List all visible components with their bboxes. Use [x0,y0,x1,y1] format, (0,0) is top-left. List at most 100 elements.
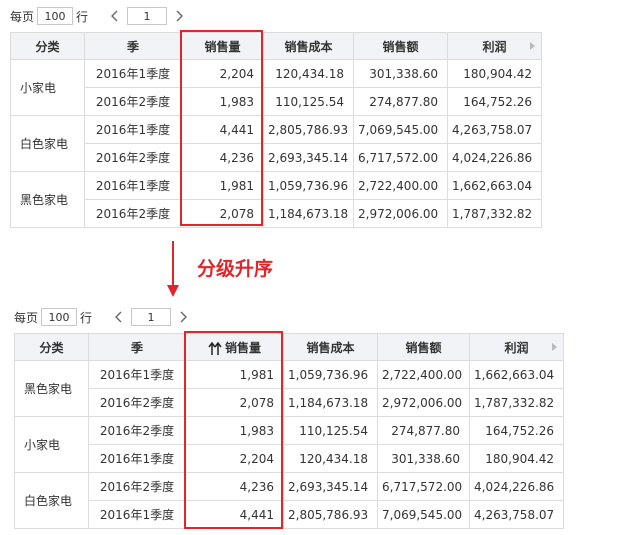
header-quantity[interactable]: 销售量 [181,32,264,60]
header-quantity-sorted[interactable]: 销售量 [185,333,284,361]
sales-cell: 301,338.60 [377,444,470,473]
group-cell: 黑色家电 [10,171,85,228]
quarter-cell: 2016年2季度 [84,87,182,116]
quantity-cell: 4,236 [181,143,264,172]
header-category[interactable]: 分类 [14,333,89,361]
prev-page-icon[interactable] [109,10,121,22]
table-row: 2016年1季度 4,441 2,805,786.93 7,069,545.00… [15,500,564,529]
quarter-cell: 2016年1季度 [88,500,186,529]
next-page-icon[interactable] [177,311,189,323]
quantity-cell: 1,981 [185,360,284,389]
quarter-cell: 2016年2季度 [88,388,186,417]
profit-cell: 164,752.26 [469,416,564,445]
column-scroll-arrow-icon[interactable] [552,343,557,351]
profit-cell: 1,787,332.82 [469,388,564,417]
column-scroll-arrow-icon[interactable] [530,42,535,50]
quarter-cell: 2016年1季度 [88,444,186,473]
cost-cell: 1,059,736.96 [263,171,354,200]
per-page-input[interactable]: 100 [41,308,78,326]
header-cost[interactable]: 销售成本 [283,333,378,361]
sales-cell: 7,069,545.00 [353,115,448,144]
per-page-input[interactable]: 100 [37,7,74,25]
header-sales[interactable]: 销售额 [377,333,470,361]
cost-cell: 2,693,345.14 [263,143,354,172]
sales-table-sorted: 分类 季 销售量 销售成本 销售额 利润 黑色家电 2016年1季度 1,981… [14,333,564,529]
sales-cell: 6,717,572.00 [377,472,470,501]
header-quantity-label: 销售量 [224,340,261,355]
quarter-cell: 2016年1季度 [84,171,182,200]
sales-table: 分类 季 销售量 销售成本 销售额 利润 小家电 2016年1季度 2,204 … [10,32,542,228]
table-row: 2016年2季度 2,078 1,184,673.18 2,972,006.00… [11,199,542,228]
profit-cell: 1,787,332.82 [447,199,542,228]
page-number-input[interactable]: 1 [131,308,172,326]
page-number-input[interactable]: 1 [127,7,168,25]
down-arrow-icon [167,241,179,297]
quantity-cell: 2,078 [185,388,284,417]
header-sales[interactable]: 销售额 [353,32,448,60]
cost-cell: 120,434.18 [263,59,354,88]
cost-cell: 1,184,673.18 [263,199,354,228]
sales-cell: 301,338.60 [353,59,448,88]
sort-ascending-icon[interactable] [208,341,222,355]
profit-cell: 164,752.26 [447,87,542,116]
quarter-cell: 2016年2季度 [88,472,186,501]
quantity-cell: 2,204 [181,59,264,88]
quantity-cell: 4,441 [185,500,284,529]
sales-cell: 2,722,400.00 [377,360,470,389]
quarter-cell: 2016年2季度 [84,199,182,228]
quantity-cell: 4,441 [181,115,264,144]
quarter-cell: 2016年1季度 [88,360,186,389]
header-cost[interactable]: 销售成本 [263,32,354,60]
quarter-cell: 2016年1季度 [84,115,182,144]
table-row: 白色家电 2016年1季度 4,441 2,805,786.93 7,069,5… [10,115,542,172]
quantity-cell: 4,236 [185,472,284,501]
cost-cell: 2,805,786.93 [263,115,354,144]
cost-cell: 2,693,345.14 [283,472,378,501]
header-quarter[interactable]: 季 [88,333,186,361]
header-category[interactable]: 分类 [10,32,85,60]
profit-cell: 1,662,663.04 [469,360,564,389]
header-profit-label: 利润 [504,340,529,355]
cost-cell: 110,125.54 [283,416,378,445]
next-page-icon[interactable] [173,10,185,22]
sales-cell: 7,069,545.00 [377,500,470,529]
sales-cell: 2,972,006.00 [377,388,470,417]
sales-cell: 274,877.80 [353,87,448,116]
table-row: 黑色家电 2016年1季度 1,981 1,059,736.96 2,722,4… [10,171,542,228]
table-row: 黑色家电 2016年1季度 1,981 1,059,736.96 2,722,4… [14,360,564,417]
rows-label: 行 [80,310,93,325]
quantity-cell: 2,078 [181,199,264,228]
pagination-bar: 每页 100 行 1 [10,4,191,28]
quarter-cell: 2016年2季度 [84,143,182,172]
profit-cell: 1,662,663.04 [447,171,542,200]
header-profit[interactable]: 利润 [447,32,542,60]
table-row: 2016年2季度 2,078 1,184,673.18 2,972,006.00… [15,388,564,417]
cost-cell: 110,125.54 [263,87,354,116]
sales-cell: 274,877.80 [377,416,470,445]
group-cell: 黑色家电 [14,360,89,417]
quantity-cell: 1,981 [181,171,264,200]
profit-cell: 180,904.42 [447,59,542,88]
rows-label: 行 [76,9,89,24]
table-row: 2016年2季度 1,983 110,125.54 274,877.80 164… [11,87,542,116]
profit-cell: 4,263,758.07 [447,115,542,144]
pagination-bar: 每页 100 行 1 [14,305,195,329]
sales-cell: 6,717,572.00 [353,143,448,172]
quarter-cell: 2016年2季度 [88,416,186,445]
table-row: 白色家电 2016年2季度 4,236 2,693,345.14 6,717,5… [14,472,564,529]
cost-cell: 2,805,786.93 [283,500,378,529]
profit-cell: 180,904.42 [469,444,564,473]
header-profit[interactable]: 利润 [469,333,564,361]
header-quarter[interactable]: 季 [84,32,182,60]
profit-cell: 4,263,758.07 [469,500,564,529]
group-cell: 小家电 [14,416,89,473]
per-page-label: 每页 [10,9,35,24]
prev-page-icon[interactable] [113,311,125,323]
sales-cell: 2,722,400.00 [353,171,448,200]
quantity-cell: 1,983 [185,416,284,445]
group-cell: 白色家电 [14,472,89,529]
table-row: 小家电 2016年1季度 2,204 120,434.18 301,338.60… [10,59,542,116]
sort-annotation-label: 分级升序 [197,258,274,280]
cost-cell: 1,184,673.18 [283,388,378,417]
profit-cell: 4,024,226.86 [447,143,542,172]
